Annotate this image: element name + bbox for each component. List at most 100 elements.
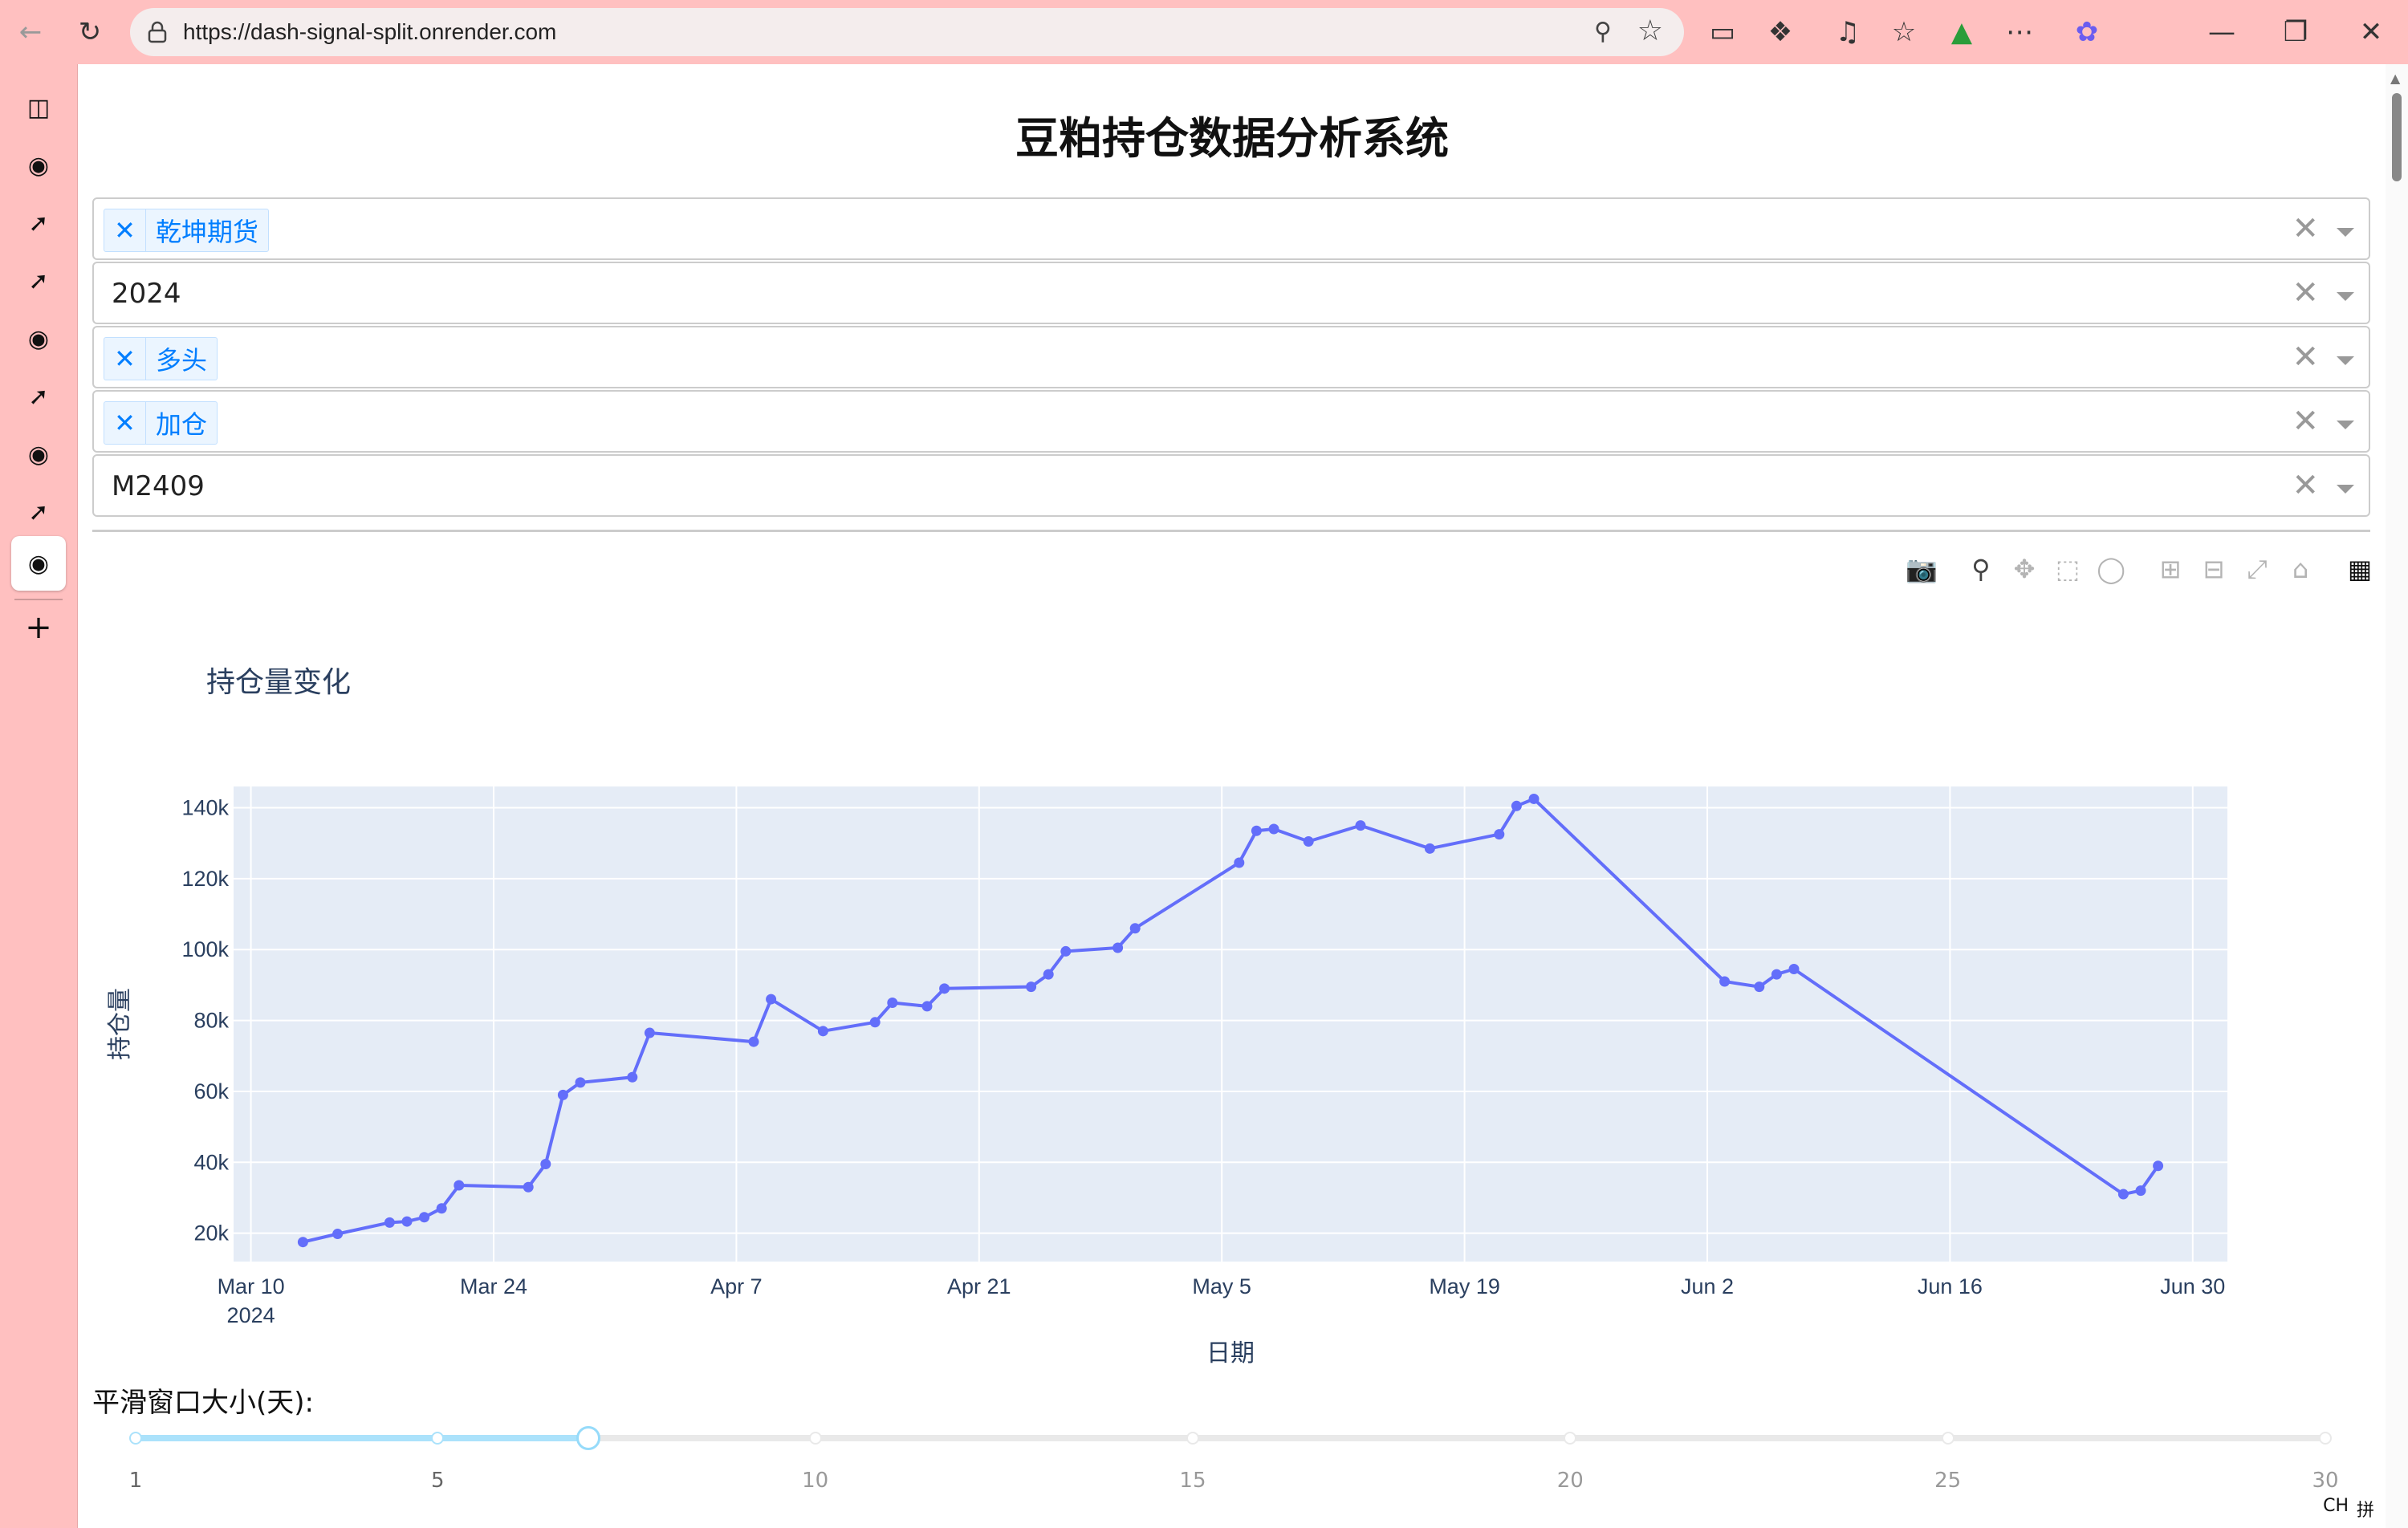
plotly-logo-icon[interactable]: ▦	[2338, 549, 2382, 589]
ime-lang: CH	[2323, 1496, 2349, 1516]
dash-app-icon[interactable]: ◉	[22, 438, 55, 470]
direction-dropdown[interactable]: ✕ 多头 ✕	[92, 326, 2370, 388]
restore-icon[interactable]: ❐	[2278, 14, 2313, 50]
pan-icon[interactable]: ✥	[2003, 549, 2046, 589]
remove-tag-icon[interactable]: ✕	[104, 209, 146, 251]
refresh-icon[interactable]: ↻	[72, 14, 108, 50]
media-icon[interactable]: ♫	[1830, 14, 1865, 50]
camera-icon[interactable]: 📷	[1900, 549, 1943, 589]
chevron-down-icon[interactable]	[2337, 228, 2354, 237]
data-point	[1129, 923, 1141, 934]
position-chart[interactable]: Mar 10 2024 Mar 24 Apr 7 Apr 21 May 5 May 19 Ju…	[78, 562, 2386, 1364]
back-icon[interactable]: ←	[13, 14, 48, 50]
slider-track[interactable]	[136, 1435, 589, 1441]
scrollbar-thumb[interactable]	[2392, 93, 2402, 181]
page-scrollbar[interactable]: ▲	[2386, 64, 2408, 1528]
app-link-icon[interactable]: ➚	[22, 496, 55, 528]
reset-axes-icon[interactable]: ⌂	[2279, 549, 2322, 589]
slider-mark-dot[interactable]	[129, 1432, 142, 1445]
scroll-up-icon[interactable]: ▲	[2390, 71, 2400, 86]
url-text[interactable]: https://dash-signal-split.onrender.com	[183, 19, 556, 45]
extensions-icon[interactable]: ❖	[1763, 14, 1798, 50]
slider-label: 平滑窗口大小(天):	[92, 1387, 314, 1419]
chevron-down-icon[interactable]	[2337, 421, 2354, 429]
data-point	[869, 1017, 881, 1028]
action-dropdown[interactable]: ✕ 加仓 ✕	[92, 390, 2370, 453]
data-point	[1303, 835, 1314, 847]
data-point	[2153, 1160, 2164, 1172]
zoom-icon[interactable]: ⚲	[1594, 18, 1612, 46]
slider-mark-dot[interactable]	[2319, 1432, 2332, 1445]
year-dropdown[interactable]: 2024 ✕	[92, 262, 2370, 324]
minimize-icon[interactable]: —	[2204, 14, 2239, 50]
slider-mark-dot[interactable]	[808, 1432, 822, 1445]
slider-mark-label[interactable]: 20	[1557, 1469, 1584, 1493]
selected-value: M2409	[112, 470, 205, 502]
slider-handle[interactable]	[576, 1426, 601, 1450]
data-point	[419, 1212, 430, 1223]
remove-tag-icon[interactable]: ✕	[104, 402, 146, 444]
slider-mark-dot[interactable]	[431, 1432, 445, 1445]
selected-value: 2024	[112, 278, 181, 310]
y-tick-label: 40k	[193, 1150, 229, 1174]
data-point	[627, 1071, 638, 1083]
slider-mark-dot[interactable]	[1564, 1432, 1577, 1445]
address-bar[interactable]: https://dash-signal-split.onrender.com ⚲…	[130, 8, 1684, 56]
close-window-icon[interactable]: ✕	[2353, 14, 2389, 50]
contract-dropdown[interactable]: M2409 ✕	[92, 454, 2370, 517]
slider-mark-label[interactable]: 5	[431, 1469, 445, 1493]
sidebar-divider	[14, 599, 63, 600]
tag-label: 多头	[156, 345, 208, 376]
broker-dropdown[interactable]: ✕ 乾坤期货 ✕	[92, 197, 2370, 260]
y-tick-label: 80k	[193, 1009, 229, 1033]
lasso-icon[interactable]: ◯	[2089, 549, 2133, 589]
slider-mark-dot[interactable]	[1941, 1432, 1954, 1445]
zoom-in-icon[interactable]: ⊞	[2149, 549, 2192, 589]
clear-icon[interactable]: ✕	[2292, 339, 2319, 376]
app-link-icon[interactable]: ➚	[22, 265, 55, 297]
slider-mark-label[interactable]: 15	[1179, 1469, 1206, 1493]
copilot-icon[interactable]: ✿	[2069, 14, 2105, 50]
cactus-extension-icon[interactable]: ▲	[1944, 14, 1979, 50]
favorites-icon[interactable]: ☆	[1886, 14, 1922, 50]
chevron-down-icon[interactable]	[2337, 356, 2354, 365]
more-menu-icon[interactable]: ⋯	[2002, 14, 2037, 50]
zoom-icon[interactable]: ⚲	[1959, 549, 2003, 589]
dash-app-icon[interactable]: ◉	[22, 323, 55, 355]
page-title: 豆粕持仓数据分析系统	[1015, 113, 1449, 164]
tag-label: 乾坤期货	[156, 217, 259, 247]
reading-view-icon[interactable]: ▭	[1705, 14, 1740, 50]
tab-actions-icon[interactable]: ◫	[22, 91, 55, 124]
ime-indicator: CH 拼	[2318, 1494, 2379, 1523]
slider-mark-label[interactable]: 10	[802, 1469, 828, 1493]
data-point	[1719, 976, 1731, 987]
chevron-down-icon[interactable]	[2337, 292, 2354, 301]
data-point	[384, 1217, 395, 1228]
autoscale-icon[interactable]: ⤢	[2235, 549, 2279, 589]
smoothing-window-slider[interactable]: 1 5 10 15 20 25 30	[129, 1420, 2339, 1517]
page-content: 豆粕持仓数据分析系统 ✕ 乾坤期货 ✕ 2024 ✕ ✕ 多头 ✕ ✕ 加仓 ✕…	[77, 64, 2386, 1528]
slider-mark-label[interactable]: 25	[1934, 1469, 1961, 1493]
clear-icon[interactable]: ✕	[2292, 274, 2319, 311]
clear-icon[interactable]: ✕	[2292, 210, 2319, 247]
chevron-down-icon[interactable]	[2337, 485, 2354, 494]
data-point	[766, 994, 777, 1005]
remove-tag-icon[interactable]: ✕	[104, 338, 146, 380]
app-link-icon[interactable]: ➚	[22, 207, 55, 239]
dash-app-icon[interactable]: ◉	[22, 547, 55, 579]
x-tick-label: May 5	[1192, 1274, 1251, 1298]
app-link-icon[interactable]: ➚	[22, 380, 55, 412]
slider-mark-label[interactable]: 1	[129, 1469, 143, 1493]
add-tab-icon[interactable]: +	[22, 609, 55, 646]
box-select-icon[interactable]: ⬚	[2046, 549, 2089, 589]
x-tick-label: May 19	[1429, 1274, 1500, 1298]
zoom-out-icon[interactable]: ⊟	[2192, 549, 2235, 589]
clear-icon[interactable]: ✕	[2292, 403, 2319, 440]
slider-mark-label[interactable]: 30	[2312, 1469, 2338, 1493]
slider-mark-dot[interactable]	[1186, 1432, 1199, 1445]
site-info-icon[interactable]	[144, 19, 170, 45]
favorite-star-icon[interactable]: ☆	[1637, 14, 1663, 47]
clear-icon[interactable]: ✕	[2292, 467, 2319, 504]
data-point	[1771, 969, 1782, 980]
github-icon[interactable]: ◉	[22, 149, 55, 181]
